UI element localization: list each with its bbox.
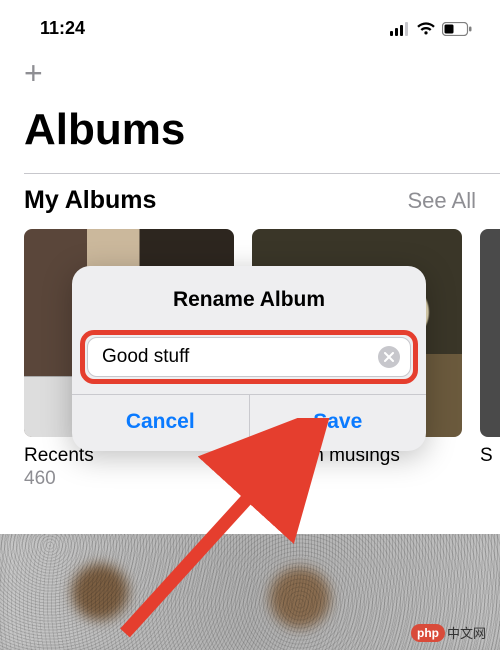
status-bar: 11:24 <box>0 0 500 47</box>
album-item[interactable]: S <box>480 229 500 492</box>
close-icon <box>384 352 394 362</box>
toolbar: + <box>0 47 500 93</box>
album-thumbnail[interactable] <box>480 229 500 437</box>
status-indicators <box>390 22 472 36</box>
save-button[interactable]: Save <box>250 395 427 451</box>
album-count: 9 <box>252 467 462 492</box>
rename-album-dialog: Rename Album Cancel Save <box>72 266 426 451</box>
watermark-text: 中文网 <box>447 623 486 642</box>
wifi-icon <box>416 22 436 36</box>
cellular-icon <box>390 22 410 36</box>
see-all-link[interactable]: See All <box>408 188 477 214</box>
album-name-input-wrap[interactable] <box>87 337 411 377</box>
watermark: php 中文网 <box>411 623 486 642</box>
annotation-highlight <box>80 330 418 384</box>
album-name-input[interactable] <box>102 346 378 368</box>
album-name: S <box>480 445 500 467</box>
dialog-title: Rename Album <box>72 266 426 330</box>
section-header: My Albums See All <box>0 174 500 229</box>
battery-icon <box>442 22 472 36</box>
status-time: 11:24 <box>40 18 85 39</box>
cancel-button[interactable]: Cancel <box>72 395 250 451</box>
album-count: 460 <box>24 467 234 492</box>
dialog-button-row: Cancel Save <box>72 394 426 451</box>
page-title: Albums <box>0 93 500 173</box>
add-album-button[interactable]: + <box>24 55 43 91</box>
watermark-badge: php <box>411 624 445 642</box>
clear-input-button[interactable] <box>378 346 400 368</box>
section-title: My Albums <box>24 186 156 215</box>
